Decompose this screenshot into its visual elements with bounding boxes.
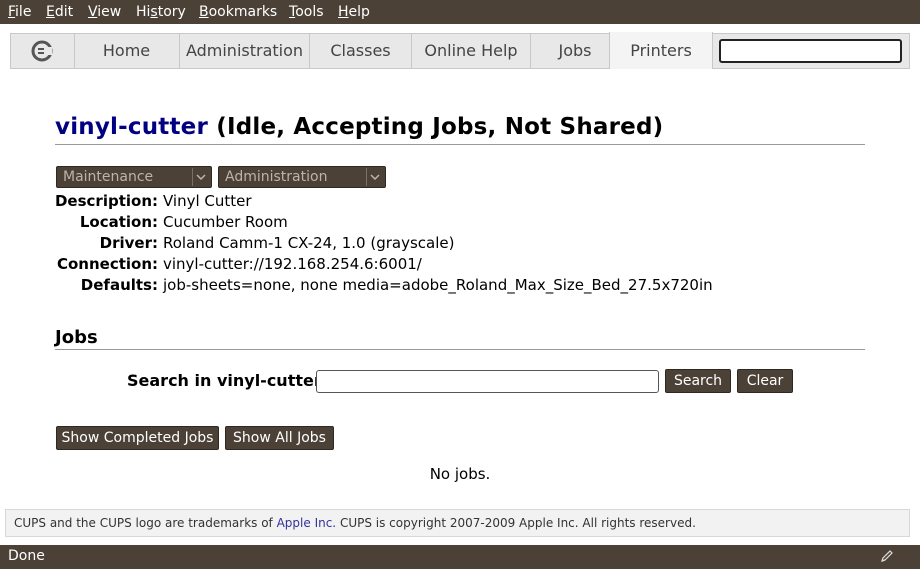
status-text: Done [8,548,45,564]
printer-name-link[interactable]: vinyl-cutter [55,114,208,140]
detail-value: job-sheets=none, none media=adobe_Roland… [163,276,713,294]
detail-value: vinyl-cutter://192.168.254.6:6001/ [163,255,422,273]
pencil-icon [880,549,894,567]
detail-value: Vinyl Cutter [163,192,252,210]
no-jobs-message: No jobs. [429,465,491,483]
administration-select[interactable]: Administration [218,166,386,188]
administration-select-value: Administration [225,169,328,185]
detail-key: Driver: [99,234,158,252]
tab-printers[interactable]: Printers [609,32,713,69]
tab-online-help[interactable]: Online Help [412,34,531,68]
cups-navbar: Home Administration Classes Online Help … [10,32,910,69]
menu-file[interactable]: File [8,4,31,20]
detail-key: Description: [54,192,158,210]
tab-classes[interactable]: Classes [310,34,412,68]
detail-value: Roland Camm-1 CX-24, 1.0 (grayscale) [163,234,455,252]
detail-key: Connection: [56,255,158,273]
show-all-jobs-button[interactable]: Show All Jobs [225,426,334,450]
maintenance-select[interactable]: Maintenance [56,166,212,188]
menu-view[interactable]: View [88,4,121,20]
detail-key: Location: [79,213,158,231]
detail-value: Cucumber Room [163,213,288,231]
jobs-search-input[interactable] [316,370,659,393]
chevron-down-icon [366,168,383,186]
page-footer: CUPS and the CUPS logo are trademarks of… [5,509,910,537]
detail-key: Defaults: [80,276,158,294]
chevron-down-icon [192,168,209,186]
nav-search-input[interactable] [719,39,902,63]
clear-button[interactable]: Clear [737,369,793,393]
menu-bar: File Edit View History Bookmarks Tools H… [0,0,920,24]
menu-bookmarks[interactable]: Bookmarks [199,4,277,20]
menu-edit[interactable]: Edit [46,4,73,20]
menu-tools[interactable]: Tools [289,4,324,20]
printer-state: (Idle, Accepting Jobs, Not Shared) [216,114,664,140]
menu-history[interactable]: History [136,4,186,20]
show-completed-jobs-button[interactable]: Show Completed Jobs [56,426,219,450]
apple-link[interactable]: Apple Inc. [277,516,337,530]
footer-text-pre: CUPS and the CUPS logo are trademarks of [14,516,277,530]
tab-home[interactable]: Home [74,34,180,68]
title-divider [55,144,865,145]
page-title: vinyl-cutter (Idle, Accepting Jobs, Not … [55,114,663,140]
jobs-divider [55,349,865,350]
tab-jobs[interactable]: Jobs [531,34,620,68]
footer-text-post: CUPS is copyright 2007-2009 Apple Inc. A… [336,516,696,530]
search-button[interactable]: Search [665,369,731,393]
tab-administration[interactable]: Administration [180,34,310,68]
menu-help[interactable]: Help [338,4,370,20]
cups-logo-icon[interactable] [11,34,75,68]
jobs-heading: Jobs [55,327,98,348]
jobs-search-label: Search in vinyl-cutter: [127,371,329,390]
status-bar: Done [0,545,920,569]
maintenance-select-value: Maintenance [63,169,154,185]
